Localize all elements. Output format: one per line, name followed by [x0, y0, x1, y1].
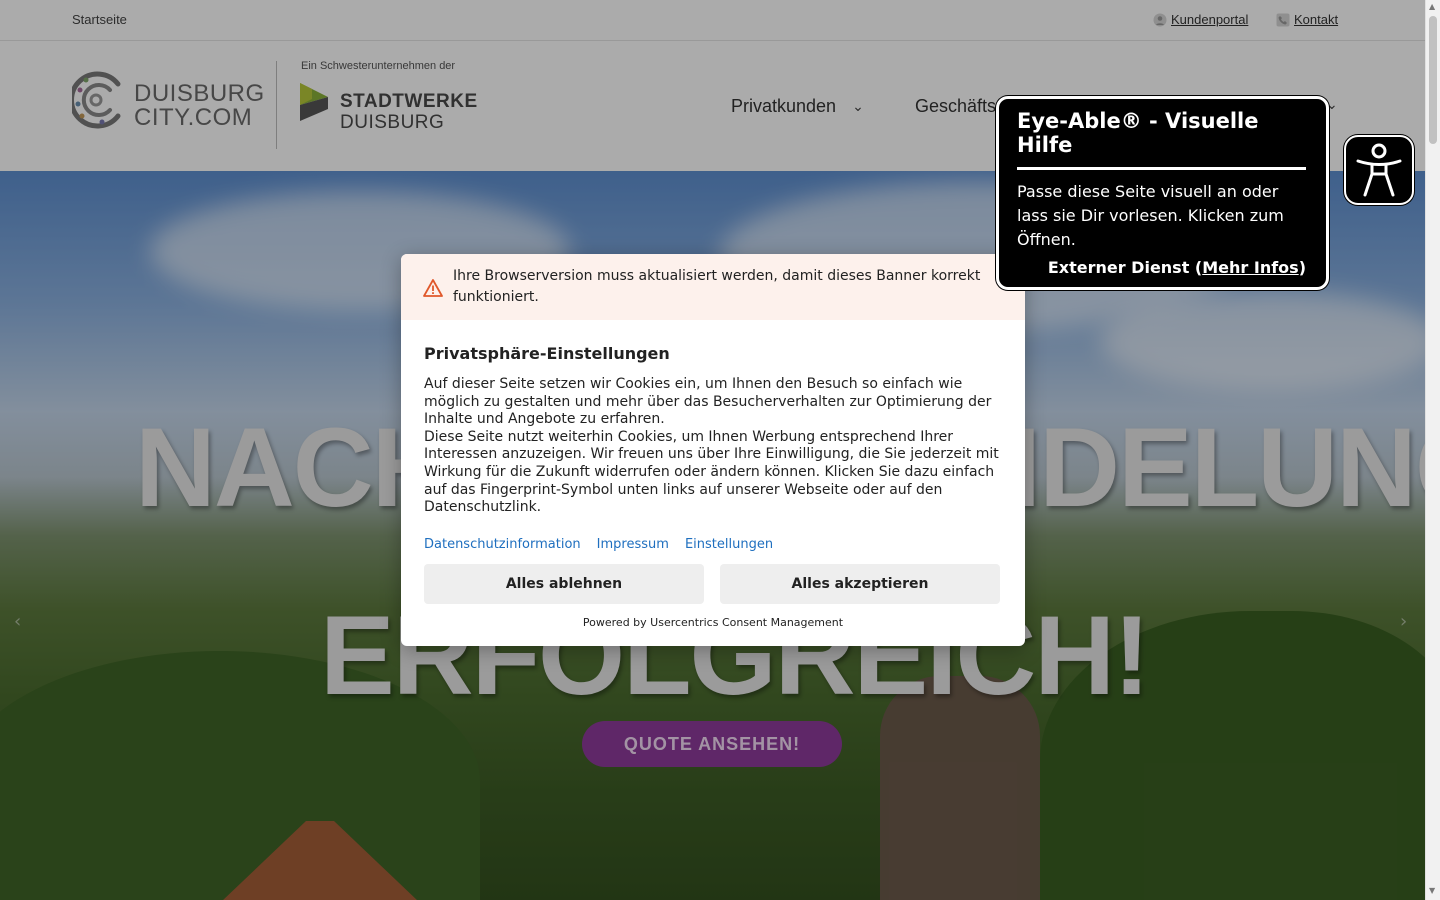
powered-by-text: Powered by Usercentrics Consent Manageme… — [582, 615, 844, 629]
eye-able-more-info-link[interactable]: Mehr Infos — [1202, 258, 1298, 277]
consent-links: Datenschutzinformation Impressum Einstel… — [424, 537, 1002, 552]
consent-title: Privatsphäre-Einstellungen — [424, 344, 670, 363]
imprint-link[interactable]: Impressum — [597, 537, 669, 552]
eye-able-tooltip: Eye-Able® - Visuelle Hilfe Passe diese S… — [996, 96, 1329, 290]
eye-able-divider — [1017, 167, 1306, 170]
browser-warning-banner: Ihre Browserversion muss aktualisiert we… — [401, 254, 1025, 320]
deny-all-button[interactable]: Alles ablehnen — [424, 563, 704, 604]
privacy-consent-dialog: Ihre Browserversion muss aktualisiert we… — [401, 254, 1025, 646]
scrollbar-thumb[interactable] — [1429, 16, 1437, 144]
scroll-down-icon[interactable]: ▼ — [1429, 886, 1435, 895]
consent-paragraph-2: Diese Seite nutzt weiterhin Cookies, um … — [424, 428, 999, 516]
warning-icon — [423, 279, 443, 297]
settings-link[interactable]: Einstellungen — [685, 537, 773, 552]
eye-able-button[interactable] — [1344, 135, 1414, 205]
accept-all-button[interactable]: Alles akzeptieren — [720, 563, 1000, 604]
consent-paragraph-1: Auf dieser Seite setzen wir Cookies ein,… — [424, 376, 992, 428]
eye-able-description: Passe diese Seite visuell an oder lass s… — [1017, 182, 1284, 249]
eye-able-external-service: Externer Dienst (Mehr Infos) — [1047, 258, 1306, 277]
accessibility-icon — [1356, 143, 1402, 197]
page-scrollbar[interactable]: ▲ ▼ — [1425, 0, 1440, 900]
eye-able-title: Eye-Able® - Visuelle Hilfe — [1017, 109, 1259, 157]
privacy-info-link[interactable]: Datenschutzinformation — [424, 537, 581, 552]
scroll-up-icon[interactable]: ▲ — [1429, 2, 1435, 11]
browser-warning-text: Ihre Browserversion muss aktualisiert we… — [453, 268, 981, 305]
